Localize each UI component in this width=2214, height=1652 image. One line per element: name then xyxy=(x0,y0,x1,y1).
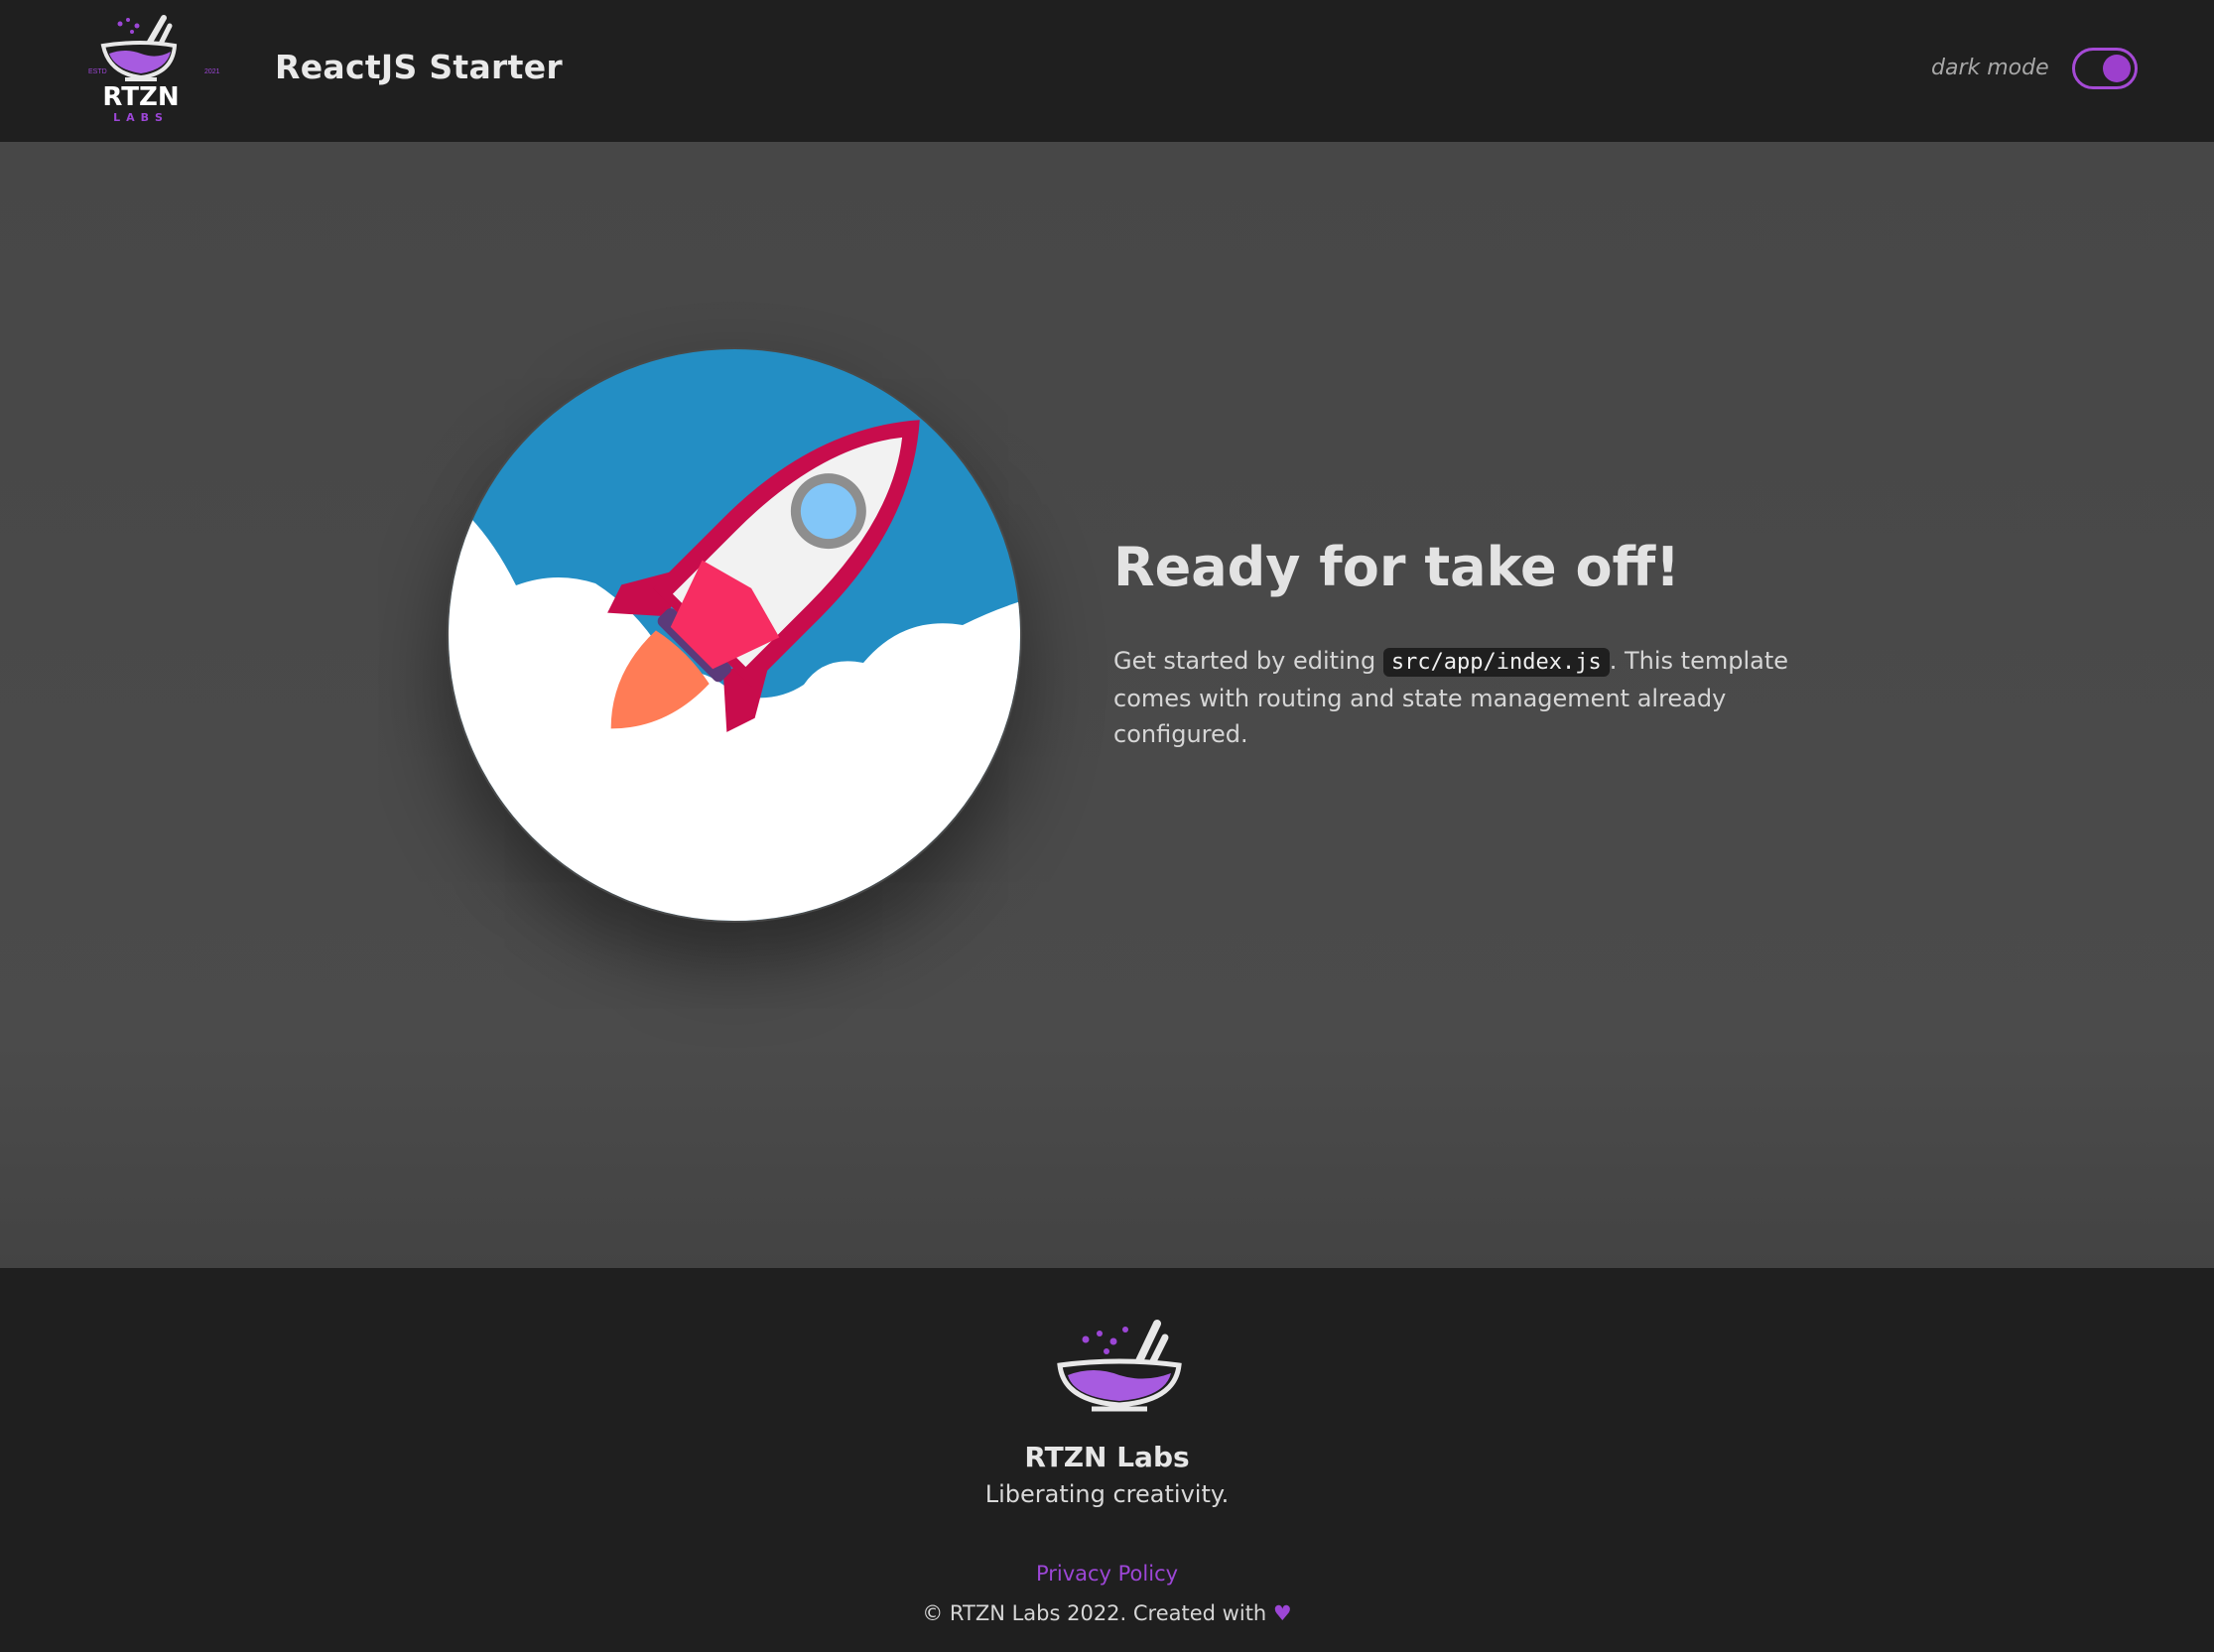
svg-text:2021: 2021 xyxy=(204,68,220,75)
privacy-policy-link[interactable]: Privacy Policy xyxy=(1036,1562,1178,1586)
privacy-policy: Privacy Policy xyxy=(0,1562,2214,1586)
hero-title: Ready for take off! xyxy=(1113,536,1680,598)
app-title: ReactJS Starter xyxy=(275,48,563,86)
dark-mode-toggle[interactable] xyxy=(2072,48,2138,89)
footer-logo xyxy=(1050,1314,1189,1413)
svg-text:LABS: LABS xyxy=(113,111,169,124)
heart-icon: ♥ xyxy=(1272,1601,1292,1625)
bowl-logo-icon xyxy=(1057,1320,1182,1412)
svg-text:RTZN: RTZN xyxy=(102,82,179,112)
footer: RTZN Labs Liberating creativity. Privacy… xyxy=(0,1268,2214,1652)
toggle-knob xyxy=(2103,55,2131,82)
footer-tagline: Liberating creativity. xyxy=(984,1480,1230,1508)
dark-mode-label: dark mode xyxy=(1931,56,2049,80)
copyright: © RTZN Labs 2022. Created with ♥ xyxy=(0,1601,2214,1625)
hero-text-before: Get started by editing xyxy=(1113,647,1383,675)
header: ESTD 2021 RTZN LABS ReactJS Starter dark… xyxy=(0,0,2214,142)
svg-text:ESTD: ESTD xyxy=(88,68,107,75)
code-snippet: src/app/index.js xyxy=(1382,648,1610,677)
main-content xyxy=(0,142,2214,1268)
rtzn-logo[interactable]: ESTD 2021 RTZN LABS xyxy=(87,12,234,126)
rocket-illustration xyxy=(447,347,1022,923)
hero-description: Get started by editing src/app/index.js.… xyxy=(1113,643,1808,752)
rocket-icon xyxy=(449,349,1020,921)
footer-brand-name: RTZN Labs xyxy=(1024,1441,1190,1473)
bowl-logo-icon: ESTD 2021 RTZN LABS xyxy=(88,15,220,124)
copyright-text: © RTZN Labs 2022. Created with xyxy=(922,1601,1267,1625)
